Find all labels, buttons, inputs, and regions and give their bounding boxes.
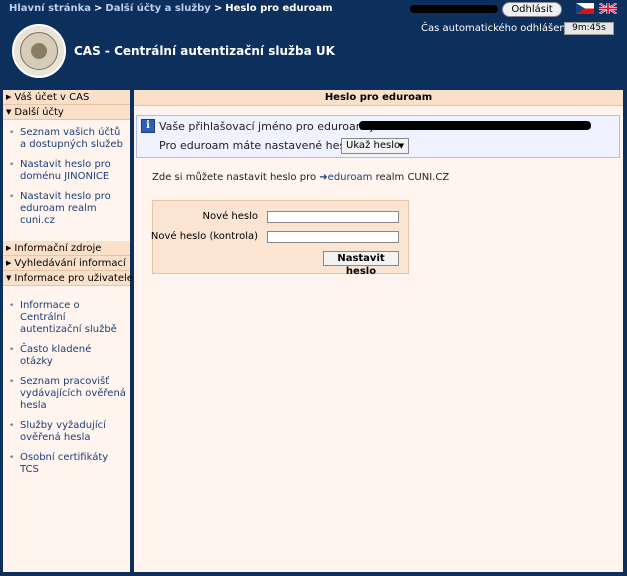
eduroam-login-label: Vaše přihlašovací jméno pro eduroam je: xyxy=(159,120,384,133)
realm-text-prefix: Zde si můžete nastavit heslo pro xyxy=(152,172,317,183)
auto-logout-label: Čas automatického odhlášení: xyxy=(421,23,572,34)
logout-button[interactable]: Odhlásit xyxy=(502,2,562,17)
triangle-right-icon: ▶ xyxy=(6,259,12,267)
realm-text-suffix: realm CUNI.CZ xyxy=(375,172,450,183)
uk-flag-icon[interactable] xyxy=(599,3,617,14)
sidebar-section-search[interactable]: ▶ Vyhledávání informací xyxy=(3,256,130,271)
eduroam-password-label: Pro eduroam máte nastavené heslo: xyxy=(159,139,359,152)
sidebar-item-cas-info[interactable]: Informace o Centrální autentizační služb… xyxy=(9,300,126,336)
sidebar-section-title: Další účty xyxy=(14,107,64,118)
sidebar: ▶Váš účet v CAS ▼Další účty Seznam vašic… xyxy=(3,90,133,572)
sidebar-item-eduroam-password[interactable]: Nastavit heslo pro eduroam realm cuni.cz xyxy=(9,191,126,227)
triangle-down-icon: ▼ xyxy=(398,142,404,150)
password-form: Nové heslo Nové heslo (kontrola) Nastavi… xyxy=(150,200,409,277)
confirm-password-label: Nové heslo (kontrola) xyxy=(150,231,258,242)
triangle-down-icon: ▼ xyxy=(6,274,12,282)
set-password-button[interactable]: Nastavit heslo xyxy=(323,251,399,277)
sidebar-section-info-sources[interactable]: ▶ Informační zdroje xyxy=(3,241,130,256)
breadcrumb-separator: > xyxy=(213,3,223,14)
sidebar-item-tcs-certificates[interactable]: Osobní certifikáty TCS xyxy=(9,452,126,476)
breadcrumb-home[interactable]: Hlavní stránka xyxy=(9,3,91,14)
breadcrumb-current: Heslo pro eduroam xyxy=(225,3,333,14)
info-icon: i xyxy=(141,119,155,133)
sidebar-item-offices[interactable]: Seznam pracovišť vydávajících ověřená he… xyxy=(9,376,126,412)
sidebar-item-faq[interactable]: Často kladené otázky xyxy=(9,344,126,368)
sidebar-section-title: Informace pro uživatele xyxy=(14,273,133,284)
show-password-label: Ukaž heslo xyxy=(346,140,401,151)
sidebar-list-user-info: Informace o Centrální autentizační služb… xyxy=(3,286,130,490)
sidebar-section-title: Vyhledávání informací xyxy=(14,258,126,269)
triangle-right-icon: ▶ xyxy=(6,93,12,101)
info-box: i Vaše přihlašovací jméno pro eduroam je… xyxy=(136,115,620,158)
page-header: Hlavní stránka > Další účty a služby > Heslo… xyxy=(0,0,627,90)
sidebar-section-other-accounts[interactable]: ▼ Další účty xyxy=(3,105,130,120)
redacted-user-name xyxy=(410,5,498,13)
sidebar-section-cas-account[interactable]: ▶ Váš účet v CAS xyxy=(3,90,130,105)
eduroam-link[interactable]: eduroam xyxy=(328,172,373,183)
realm-description: Zde si můžete nastavit heslo pro ➜eduroa… xyxy=(152,172,449,183)
arrow-right-icon: ➜ xyxy=(319,172,328,183)
page-title: Heslo pro eduroam xyxy=(134,90,623,106)
sidebar-item-services[interactable]: Služby vyžadující ověřená hesla xyxy=(9,420,126,444)
sidebar-item-jinonice-password[interactable]: Nastavit heslo pro doménu JINONICE xyxy=(9,159,126,183)
czech-flag-icon[interactable] xyxy=(576,3,594,14)
triangle-right-icon: ▶ xyxy=(6,244,12,252)
site-title: CAS - Centrální autentizační služba UK xyxy=(74,44,335,58)
sidebar-item-accounts-list[interactable]: Seznam vašich účtů a dostupných služeb xyxy=(9,127,126,151)
breadcrumb-separator: > xyxy=(94,3,103,14)
show-password-select[interactable]: Ukaž heslo ▼ xyxy=(341,138,409,154)
sidebar-section-title: Váš účet v CAS xyxy=(14,92,90,103)
sidebar-section-user-info[interactable]: ▼ Informace pro uživatele xyxy=(3,271,133,286)
confirm-password-input[interactable] xyxy=(267,231,399,243)
new-password-label: Nové heslo xyxy=(202,211,258,222)
new-password-input[interactable] xyxy=(267,211,399,223)
triangle-down-icon: ▼ xyxy=(6,108,12,116)
university-seal-logo xyxy=(12,24,66,78)
sidebar-list-other-accounts: Seznam vašich účtů a dostupných služeb N… xyxy=(3,120,130,241)
breadcrumb: Hlavní stránka > Další účty a služby > Heslo… xyxy=(9,3,333,14)
main-content: Heslo pro eduroam i Vaše přihlašovací jm… xyxy=(134,90,623,572)
breadcrumb-other-accounts[interactable]: Další účty a služby xyxy=(105,3,210,14)
sidebar-section-title: Informační zdroje xyxy=(14,243,102,254)
auto-logout-timer: 9m:45s xyxy=(564,22,614,35)
redacted-eduroam-login xyxy=(359,121,591,130)
